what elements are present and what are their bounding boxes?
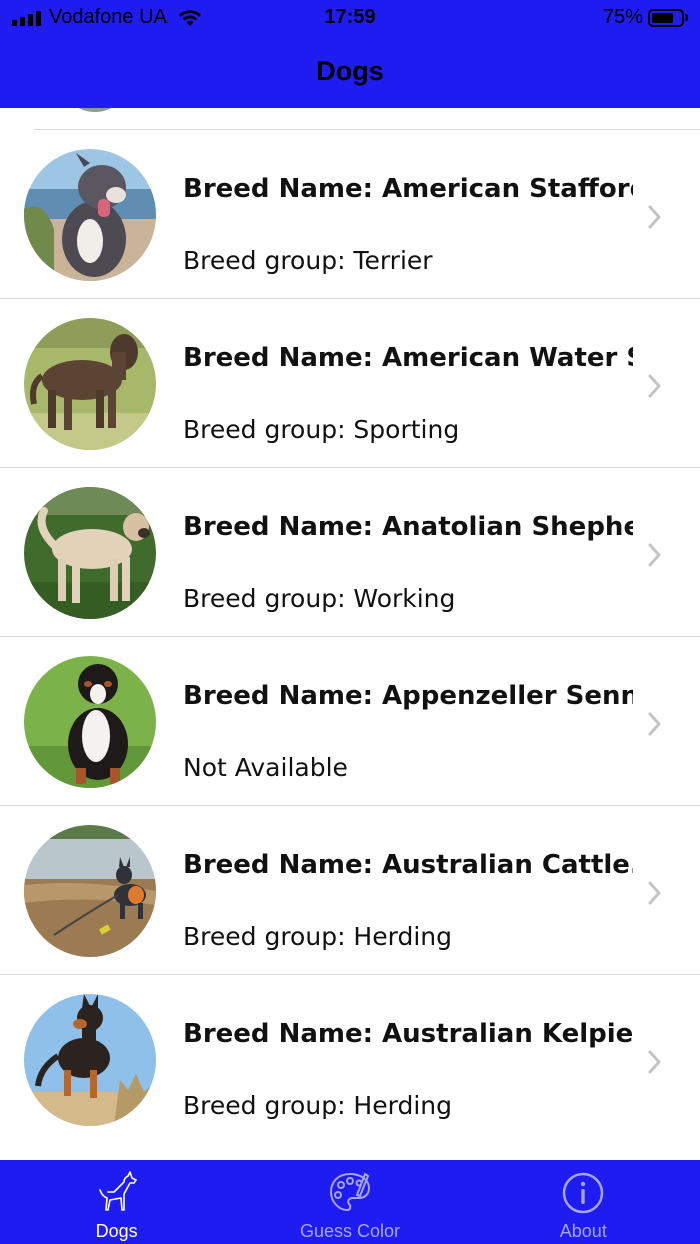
- anatolian-shepherd-photo: [24, 487, 156, 619]
- cattle-dog-photo: [24, 825, 156, 957]
- breed-list[interactable]: Breed Name: American Stafford... Breed g…: [0, 108, 700, 1160]
- list-item[interactable]: Breed Name: Australian Cattle... Breed g…: [0, 806, 700, 975]
- palette-icon: [329, 1172, 370, 1212]
- tab-bar: Dogs Guess Color About: [0, 1160, 700, 1244]
- chevron-right-icon: [648, 543, 661, 567]
- dog-photo: [24, 825, 156, 957]
- status-time: 17:59: [324, 6, 376, 28]
- breed-name: Breed Name: Anatolian Shephe...: [183, 512, 633, 542]
- page-title: Dogs: [316, 56, 384, 86]
- dog-photo: [24, 487, 156, 619]
- tab-label: Guess Color: [299, 1221, 400, 1241]
- chevron-right-icon: [648, 374, 661, 398]
- list-item[interactable]: Breed Name: Australian Kelpie Breed grou…: [0, 975, 700, 1144]
- dog-photo: [24, 318, 156, 450]
- breed-group: Breed group: Terrier: [183, 246, 433, 275]
- dog-photo: [24, 149, 156, 281]
- breed-name: Breed Name: Australian Cattle...: [183, 850, 633, 880]
- breed-rows: Breed Name: American Stafford... Breed g…: [0, 130, 700, 1144]
- dog-photo: [24, 656, 156, 788]
- tab-about[interactable]: About: [467, 1160, 700, 1244]
- previous-row-photo: [62, 108, 128, 112]
- breed-name: Breed Name: American Water S...: [183, 343, 633, 373]
- tab-guess-color[interactable]: Guess Color: [233, 1160, 466, 1244]
- breed-group: Breed group: Herding: [183, 1091, 452, 1120]
- appenzeller-photo: [24, 656, 156, 788]
- chevron-right-icon: [648, 1050, 661, 1074]
- tab-label: Dogs: [95, 1221, 138, 1241]
- list-item[interactable]: Breed Name: Appenzeller Senn... Not Avai…: [0, 637, 700, 806]
- dog-icon: [98, 1171, 137, 1211]
- status-right: 75%: [603, 6, 688, 29]
- tab-label: About: [559, 1221, 607, 1241]
- status-bar: Vodafone UA 17:59 75%: [0, 0, 700, 36]
- dog-photo: [24, 994, 156, 1126]
- chevron-right-icon: [648, 205, 661, 229]
- breed-group: Not Available: [183, 753, 348, 782]
- chevron-right-icon: [648, 712, 661, 736]
- kelpie-photo: [24, 994, 156, 1126]
- breed-name: Breed Name: Australian Kelpie: [183, 1019, 633, 1049]
- info-icon: [563, 1172, 604, 1214]
- battery-tip: [685, 14, 688, 21]
- water-spaniel-photo: [24, 318, 156, 450]
- battery-percent: 75%: [602, 6, 643, 28]
- breed-group: Breed group: Sporting: [183, 415, 460, 444]
- breed-group: Breed group: Working: [183, 584, 456, 613]
- breed-group: Breed group: Herding: [183, 922, 452, 951]
- header: Vodafone UA 17:59 75% Dogs: [0, 0, 700, 108]
- chevron-right-icon: [648, 881, 661, 905]
- battery-icon: [648, 8, 684, 27]
- list-item[interactable]: Breed Name: American Water S... Breed gr…: [0, 299, 700, 468]
- list-item[interactable]: Breed Name: Anatolian Shephe... Breed gr…: [0, 468, 700, 637]
- breed-name: Breed Name: Appenzeller Senn...: [183, 681, 633, 711]
- tab-dogs[interactable]: Dogs: [0, 1160, 233, 1244]
- staffordshire-terrier-photo: [24, 149, 156, 281]
- list-item[interactable]: Breed Name: American Stafford... Breed g…: [0, 130, 700, 299]
- battery-level: [652, 12, 673, 23]
- breed-name: Breed Name: American Stafford...: [183, 174, 633, 204]
